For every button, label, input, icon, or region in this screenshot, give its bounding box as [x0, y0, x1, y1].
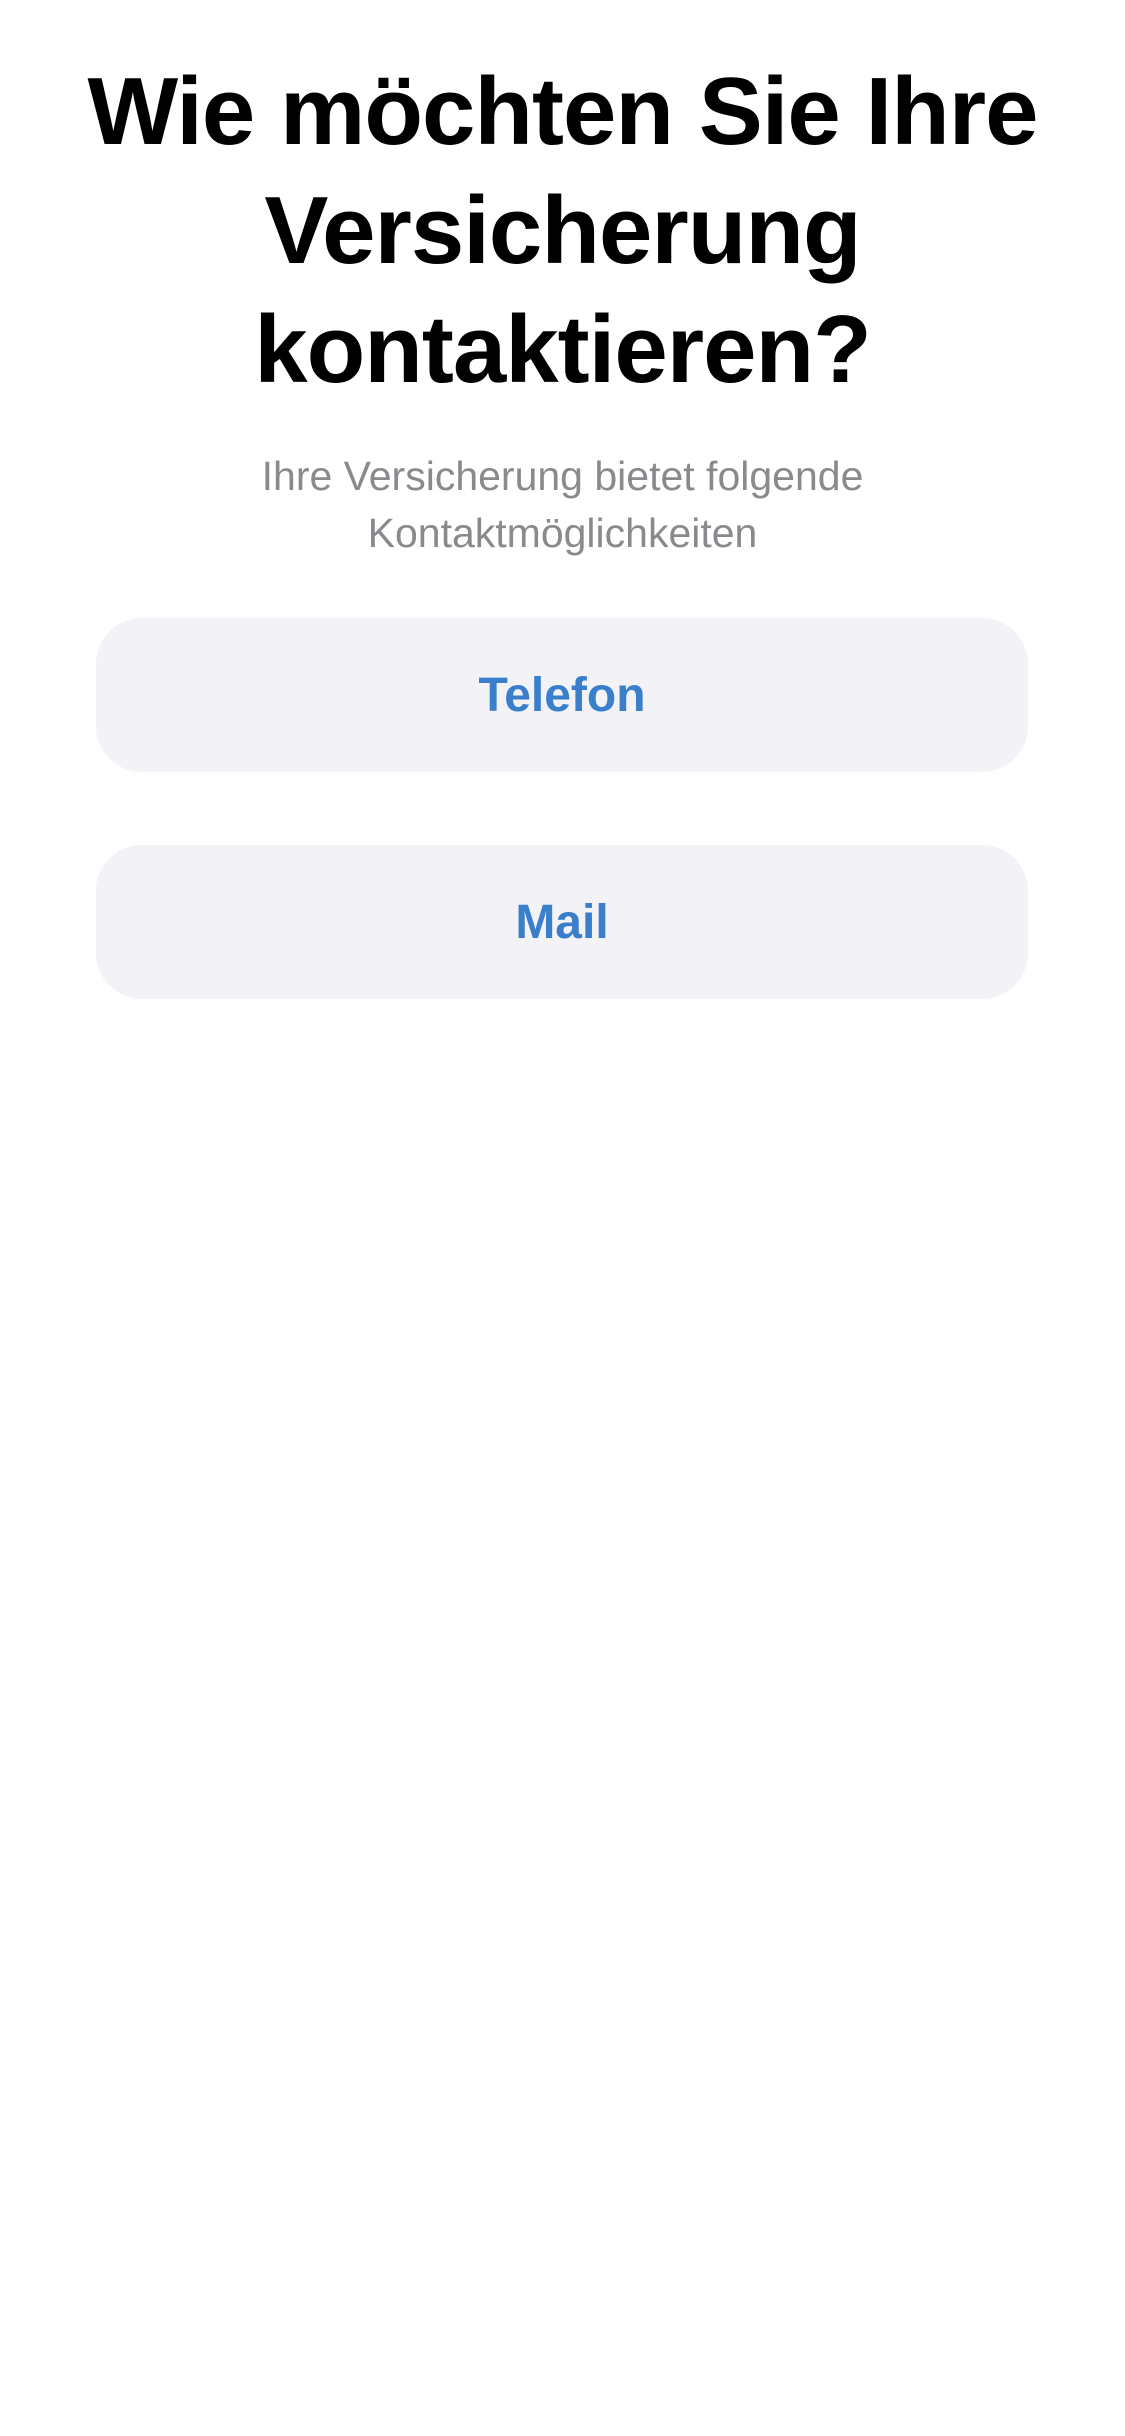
page-subtitle: Ihre Versicherung bietet folgende Kontak…	[261, 453, 864, 556]
mail-contact-label: Mail	[515, 895, 609, 949]
phone-contact-label: Telefon	[478, 668, 646, 722]
phone-contact-button[interactable]: Telefon	[96, 618, 1028, 772]
page-title: Wie möchten Sie Ihre Versicherung kontak…	[87, 58, 1038, 403]
mail-contact-button[interactable]: Mail	[96, 845, 1028, 999]
contact-options-screen: Wie möchten Sie Ihre Versicherung kontak…	[0, 0, 1125, 2436]
